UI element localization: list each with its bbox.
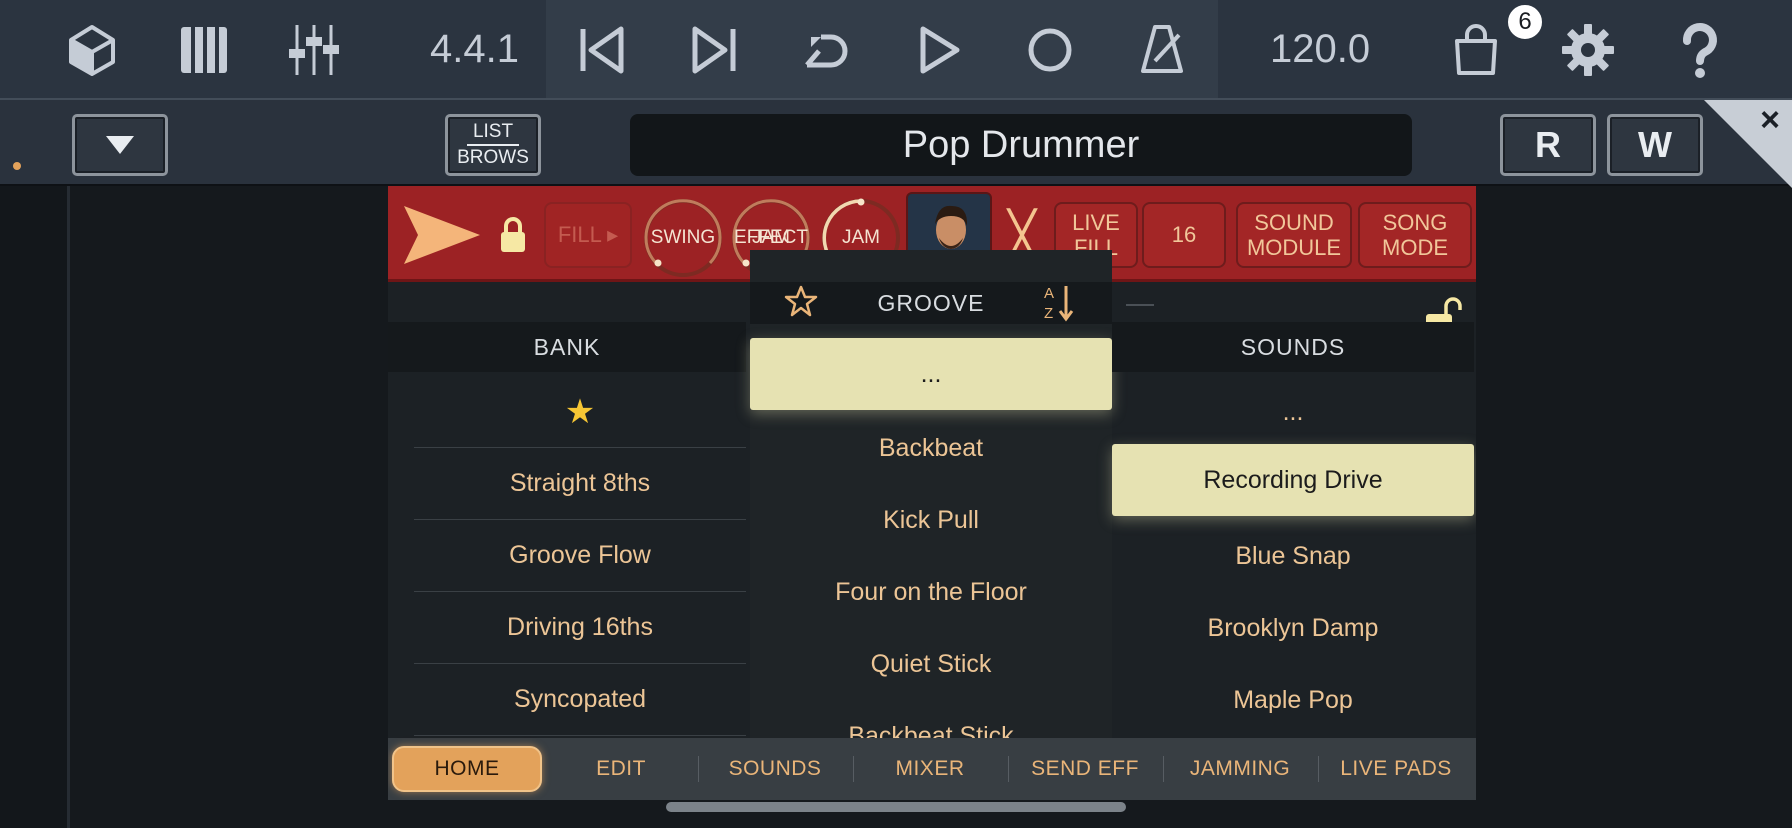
write-automation-button[interactable]: W xyxy=(1607,114,1703,176)
lock-button[interactable] xyxy=(498,214,528,259)
song-mode-line1: SONG xyxy=(1382,209,1448,235)
preset-dropdown-button[interactable] xyxy=(72,114,168,176)
piano-icon[interactable] xyxy=(168,14,240,86)
groove-item[interactable]: Quiet Stick xyxy=(750,628,1112,700)
tab-live-pads[interactable]: LIVE PADS xyxy=(1320,746,1472,792)
song-mode-button[interactable]: SONG MODE xyxy=(1358,202,1472,268)
live-fill-line1: LIVE xyxy=(1072,209,1120,235)
bank-item[interactable]: Driving 16ths xyxy=(414,592,746,664)
song-position[interactable]: 4.4.1 xyxy=(430,22,519,76)
read-automation-button[interactable]: R xyxy=(1500,114,1596,176)
list-browse-label-top: LIST xyxy=(466,122,520,146)
tab-divider xyxy=(698,756,699,782)
transport-center-panel xyxy=(546,0,1218,98)
drummer-plugin: FILL ▸ SWING JAM EFFECT JAM ╳ LIVE FILL … xyxy=(388,186,1476,800)
mixer-faders-icon[interactable] xyxy=(278,14,350,86)
bank-item[interactable]: Groove Flow xyxy=(414,520,746,592)
chevron-down-icon xyxy=(106,136,134,154)
tab-sounds[interactable]: SOUNDS xyxy=(700,746,850,792)
sort-a-letter: A xyxy=(1044,285,1054,302)
groove-item[interactable]: Four on the Floor xyxy=(750,556,1112,628)
play-icon xyxy=(404,206,480,264)
groove-item-selected[interactable]: ... xyxy=(750,338,1112,410)
help-icon[interactable] xyxy=(1664,14,1736,86)
cube-icon[interactable] xyxy=(56,14,128,86)
plugin-tab-bar: HOME EDIT SOUNDS MIXER SEND EFF JAMMING … xyxy=(388,738,1476,800)
tab-divider xyxy=(1008,756,1009,782)
steps-button[interactable]: 16 xyxy=(1142,202,1226,268)
shopping-bag-icon[interactable] xyxy=(1440,14,1512,86)
bank-item[interactable]: Straight 8ths xyxy=(414,448,746,520)
gear-icon[interactable] xyxy=(1552,14,1624,86)
groove-item[interactable]: Kick Pull xyxy=(750,484,1112,556)
sound-item[interactable]: Brooklyn Damp xyxy=(1112,592,1474,664)
bank-favorites-star[interactable]: ★ xyxy=(414,376,746,448)
sound-module-line1: SOUND xyxy=(1254,209,1334,235)
skip-forward-icon[interactable] xyxy=(678,14,750,86)
sound-item[interactable]: ... xyxy=(1112,376,1474,448)
tempo-display[interactable]: 120.0 xyxy=(1270,22,1370,76)
sounds-header: SOUNDS xyxy=(1112,322,1474,372)
tab-jamming[interactable]: JAMMING xyxy=(1165,746,1315,792)
swing-knob[interactable]: SWING xyxy=(642,197,724,279)
groove-item[interactable]: Backbeat xyxy=(750,412,1112,484)
swing-knob-label: SWING xyxy=(650,227,716,249)
status-dot xyxy=(13,162,21,170)
record-icon[interactable] xyxy=(1014,14,1086,86)
metronome-icon[interactable] xyxy=(1126,14,1198,86)
tab-edit[interactable]: EDIT xyxy=(546,746,696,792)
tab-divider xyxy=(1318,756,1319,782)
sound-item[interactable]: Blue Snap xyxy=(1112,520,1474,592)
list-browse-label-bottom: BROWS xyxy=(457,147,529,168)
fill-button[interactable]: FILL ▸ xyxy=(544,202,632,268)
sort-az-button[interactable]: A Z xyxy=(1042,282,1076,322)
play-pattern-button[interactable] xyxy=(402,204,482,271)
lock-icon xyxy=(501,217,525,252)
tab-mixer[interactable]: MIXER xyxy=(855,746,1005,792)
plugin-window-header: LIST BROWS Pop Drummer R W × xyxy=(0,98,1792,188)
skip-back-icon[interactable] xyxy=(566,14,638,86)
transport-bar: 4.4.1 120.0 6 xyxy=(0,0,1792,98)
loop-icon[interactable] xyxy=(790,14,862,86)
bank-item[interactable]: Syncopated xyxy=(414,664,746,736)
sound-item-selected[interactable]: Recording Drive xyxy=(1112,444,1474,516)
close-icon: × xyxy=(1760,100,1780,139)
play-icon[interactable] xyxy=(902,14,974,86)
tab-divider xyxy=(1163,756,1164,782)
preset-name-display[interactable]: Pop Drummer xyxy=(630,114,1412,176)
track-list-strip xyxy=(0,186,70,828)
sound-item[interactable]: Maple Pop xyxy=(1112,664,1474,736)
horizontal-scrollbar[interactable] xyxy=(666,802,1126,812)
sound-module-line2: MODULE xyxy=(1246,235,1342,260)
sort-z-letter: Z xyxy=(1044,305,1053,322)
favorite-star-button[interactable] xyxy=(784,284,818,323)
song-mode-line2: MODE xyxy=(1382,235,1448,260)
tab-send-eff[interactable]: SEND EFF xyxy=(1010,746,1160,792)
groove-header-label: GROOVE xyxy=(877,289,985,316)
tab-divider xyxy=(853,756,854,782)
sounds-divider-dash xyxy=(1126,304,1154,306)
star-outline-icon xyxy=(784,285,818,317)
sort-az-icon: A Z xyxy=(1044,285,1074,322)
sound-module-button[interactable]: SOUND MODULE xyxy=(1236,202,1352,268)
list-browse-button[interactable]: LIST BROWS xyxy=(445,114,541,176)
tab-home[interactable]: HOME xyxy=(392,746,542,792)
bank-header: BANK xyxy=(388,322,746,372)
cart-count-badge: 6 xyxy=(1505,2,1545,42)
